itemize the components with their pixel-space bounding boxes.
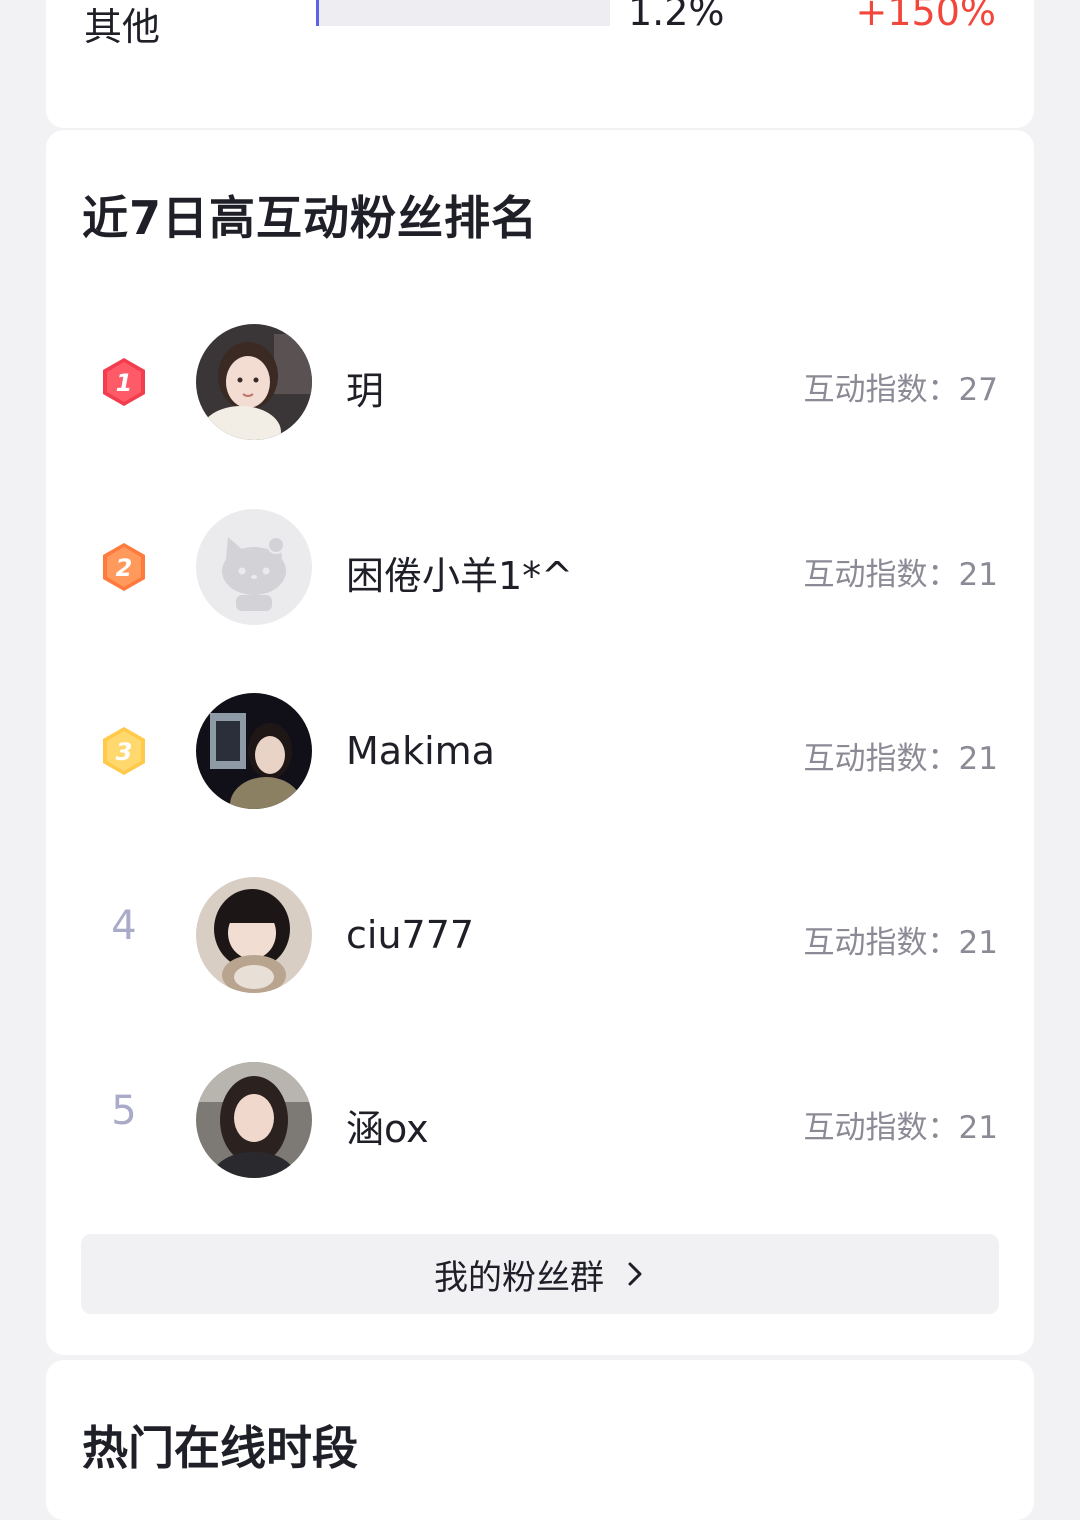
my-fan-group-label: 我的粉丝群	[434, 1257, 604, 1298]
avatar-photo	[196, 877, 312, 993]
rank-badge-number: 2	[116, 554, 133, 582]
distribution-change: +150%	[855, 0, 996, 34]
avatar-photo	[196, 693, 312, 809]
score-label: 互动指数：	[803, 925, 959, 961]
fan-name: Makima	[346, 729, 495, 773]
rank-badge-icon: 3	[103, 727, 145, 775]
avatar[interactable]	[196, 509, 312, 625]
score-label: 互动指数：	[803, 1110, 959, 1146]
fan-score: 互动指数：21	[804, 733, 998, 778]
distribution-percent: 1.2%	[628, 0, 725, 34]
fan-row[interactable]: 1 玥 互动指数：27	[46, 322, 1034, 442]
fan-name: 困倦小羊1*^	[346, 554, 574, 598]
hello-kitty-icon	[196, 509, 312, 625]
rank-number: 4	[111, 903, 137, 949]
fan-row[interactable]: 4 ciu777 互动指数：21	[46, 875, 1034, 995]
fan-ranking-title: 近7日高互动粉丝排名	[82, 191, 539, 245]
fan-name: 涵ox	[346, 1107, 429, 1151]
distribution-card: 其他 1.2% +150%	[46, 0, 1034, 128]
score-value: 21	[958, 557, 998, 593]
fan-name: ciu777	[346, 913, 475, 957]
online-hours-title: 热门在线时段	[82, 1421, 358, 1475]
rank-badge-icon: 1	[103, 358, 145, 406]
score-value: 27	[958, 372, 998, 408]
avatar[interactable]	[196, 693, 312, 809]
fan-score: 互动指数：21	[804, 1102, 998, 1147]
rank-badge-icon: 2	[103, 543, 145, 591]
score-label: 互动指数：	[803, 741, 959, 777]
fan-row[interactable]: 2 困倦小羊1*^ 互动指数：21	[46, 507, 1034, 627]
score-value: 21	[958, 925, 998, 961]
online-hours-card: 热门在线时段	[46, 1360, 1034, 1520]
fan-score: 互动指数：27	[804, 364, 998, 409]
fan-score: 互动指数：21	[804, 917, 998, 962]
rank-badge-number: 1	[116, 369, 133, 397]
score-value: 21	[958, 741, 998, 777]
fan-ranking-card: 近7日高互动粉丝排名 1 玥 互动指数：27 2 困倦小羊1*^ 互动指数：21…	[46, 130, 1034, 1355]
fan-score: 互动指数：21	[804, 549, 998, 594]
rank-badge-number: 3	[116, 738, 133, 766]
distribution-label: 其他	[84, 5, 161, 49]
score-label: 互动指数：	[803, 372, 959, 408]
rank-number: 5	[111, 1088, 137, 1134]
avatar-photo	[196, 1062, 312, 1178]
fan-row[interactable]: 5 涵ox 互动指数：21	[46, 1060, 1034, 1180]
distribution-bar-fill	[316, 0, 319, 26]
fan-name: 玥	[346, 369, 385, 413]
score-value: 21	[958, 1110, 998, 1146]
fan-row[interactable]: 3 Makima 互动指数：21	[46, 691, 1034, 811]
avatar[interactable]	[196, 324, 312, 440]
avatar[interactable]	[196, 1062, 312, 1178]
distribution-bar	[316, 0, 610, 26]
chevron-right-icon	[628, 1262, 642, 1286]
avatar-photo	[196, 324, 312, 440]
score-label: 互动指数：	[803, 557, 959, 593]
avatar[interactable]	[196, 877, 312, 993]
my-fan-group-button[interactable]: 我的粉丝群	[81, 1234, 999, 1314]
